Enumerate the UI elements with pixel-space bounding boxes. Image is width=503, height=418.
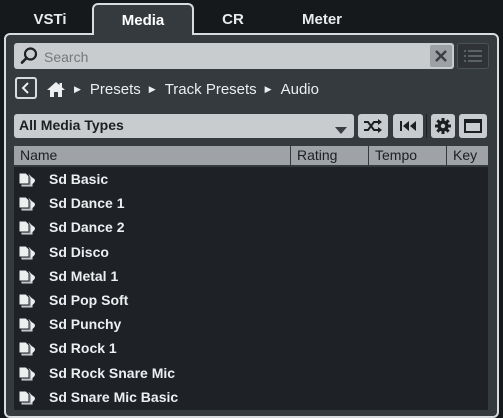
breadcrumb-audio[interactable]: Audio — [281, 81, 319, 98]
file-name: Sd Basic — [49, 171, 109, 187]
search-bar — [14, 43, 454, 69]
file-name: Sd Disco — [49, 243, 109, 260]
column-rating[interactable]: Rating — [291, 146, 369, 165]
home-icon — [47, 81, 65, 97]
file-name: Sd Rock Snare Mic — [49, 364, 176, 381]
search-input[interactable] — [42, 45, 436, 69]
list-item[interactable]: Sd Dance 1 — [14, 191, 488, 215]
list-view-button[interactable] — [457, 43, 489, 69]
media-type-selected: All Media Types — [19, 117, 124, 133]
toolbar-divider — [426, 114, 427, 138]
file-name: Sd Pop Soft — [49, 292, 129, 308]
breadcrumb: ▶ Presets ▶ Track Presets ▶ Audio — [46, 78, 319, 100]
file-name: Sd Punchy — [49, 316, 122, 333]
column-tempo[interactable]: Tempo — [369, 146, 447, 165]
breadcrumb-arrow-icon: ▶ — [74, 83, 81, 94]
tab-cr[interactable]: CR — [205, 4, 261, 34]
skip-back-icon — [400, 121, 416, 131]
magnifier-icon — [19, 46, 39, 71]
list-item[interactable]: Sd Pop Soft — [14, 288, 488, 312]
shuffle-button[interactable] — [358, 114, 388, 138]
tab-vsti[interactable]: VSTi — [20, 4, 80, 34]
file-name: Sd Snare Mic Basic — [49, 388, 179, 405]
list-item[interactable]: Sd Metal 1 — [14, 264, 488, 288]
file-list: Sd Basic Sd Dance 1 Sd Dance 2 Sd Disco Sd M… — [14, 167, 488, 410]
breadcrumb-arrow-icon: ▶ — [264, 83, 272, 94]
tab-meter[interactable]: Meter — [282, 4, 362, 34]
rewind-button[interactable] — [393, 114, 423, 138]
column-key[interactable]: Key — [447, 146, 488, 165]
list-item[interactable]: Sd Punchy — [14, 312, 488, 336]
shuffle-icon — [364, 119, 382, 133]
file-name: Sd Rock 1 — [49, 340, 117, 357]
file-name: Sd Dance 1 — [49, 195, 125, 212]
list-item[interactable]: Sd Rock 1 — [14, 336, 488, 360]
gear-icon — [435, 118, 451, 134]
tab-media[interactable]: Media — [92, 3, 194, 35]
column-name[interactable]: Name — [14, 146, 291, 165]
file-name: Sd Metal 1 — [49, 267, 119, 284]
list-item[interactable]: Sd Dance 2 — [14, 215, 488, 239]
column-header: Name Rating Tempo Key — [14, 146, 488, 165]
caret-down-icon — [335, 122, 347, 140]
list-item[interactable]: Sd Disco — [14, 240, 488, 264]
media-type-dropdown[interactable]: All Media Types — [14, 114, 354, 138]
chevron-left-icon — [21, 82, 29, 94]
track-preset-icon — [18, 389, 40, 412]
breadcrumb-arrow-icon: ▶ — [148, 83, 156, 94]
breadcrumb-track-presets[interactable]: Track Presets — [165, 81, 257, 98]
window-icon — [464, 119, 482, 133]
clear-x-icon — [435, 50, 447, 62]
settings-button[interactable] — [431, 114, 455, 138]
window-button[interactable] — [459, 114, 487, 138]
list-item[interactable]: Sd Rock Snare Mic — [14, 361, 488, 385]
back-button[interactable] — [15, 77, 37, 99]
clear-search-button[interactable] — [430, 45, 452, 67]
tab-bar: VSTi Media CR Meter — [0, 0, 503, 35]
home-button[interactable] — [46, 81, 66, 98]
list-view-icon — [464, 50, 482, 62]
list-item[interactable]: Sd Basic — [14, 167, 488, 191]
breadcrumb-presets[interactable]: Presets — [90, 81, 141, 98]
list-item[interactable]: Sd Snare Mic Basic — [14, 385, 488, 409]
file-name: Sd Dance 2 — [49, 219, 125, 236]
